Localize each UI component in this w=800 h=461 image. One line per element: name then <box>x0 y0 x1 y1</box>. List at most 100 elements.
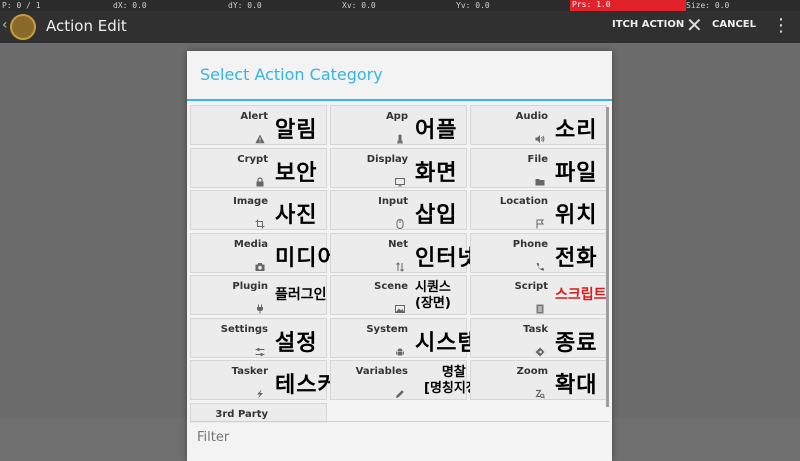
bolt-icon <box>255 384 265 399</box>
pencil-icon <box>395 384 405 398</box>
scrollbar[interactable] <box>606 107 609 407</box>
category-3rd-party[interactable]: 3rd Party <box>190 402 327 423</box>
category-korean-annotation: 파일 <box>555 160 598 186</box>
category-alert[interactable]: Alert 알림 <box>190 105 327 145</box>
category-script[interactable]: Script 스크립트 <box>470 275 607 315</box>
debug-yv: Yv: 0.0 <box>456 1 490 10</box>
category-korean-annotation: 어플 <box>415 118 458 143</box>
folder-icon <box>535 172 545 185</box>
debug-xv: Xv: 0.0 <box>342 1 376 10</box>
category-korean-annotation: 보안 <box>275 160 318 186</box>
background-content: Select Action Category Alert 알림 App 어플 Audio… <box>0 43 800 461</box>
app-icon <box>395 129 405 144</box>
category-settings[interactable]: Settings 설정 <box>190 317 327 358</box>
debug-dx: dX: 0.0 <box>113 1 147 10</box>
category-label: Zoom <box>516 366 548 377</box>
category-label: Scene <box>374 281 408 292</box>
category-korean-annotation: 설정 <box>275 330 318 356</box>
transfer-icon <box>395 257 405 272</box>
category-display[interactable]: Display 화면 <box>330 147 467 188</box>
pointer-debug-bar: P: 0 / 1 dX: 0.0 dY: 0.0 Xv: 0.0 Yv: 0.0… <box>0 0 800 11</box>
category-label: Alert <box>240 111 268 122</box>
category-korean-annotation: 플러그인 <box>275 287 327 303</box>
category-app[interactable]: App 어플 <box>330 105 467 145</box>
select-action-category-dialog: Select Action Category Alert 알림 App 어플 Audio… <box>187 51 612 461</box>
debug-dy: dY: 0.0 <box>228 1 262 10</box>
category-input[interactable]: Input 삽입 <box>330 190 467 230</box>
category-scene[interactable]: Scene 시퀀스 (장면) <box>330 275 467 315</box>
page-title: Action Edit <box>46 17 127 35</box>
category-audio[interactable]: Audio 소리 <box>470 105 607 145</box>
category-label: Script <box>514 281 548 292</box>
category-korean-annotation: 확대 <box>555 373 598 398</box>
task-icon <box>535 342 545 356</box>
category-korean-annotation: 시퀀스 (장면) <box>415 280 451 311</box>
dialog-title: Select Action Category <box>200 65 383 84</box>
camera-icon <box>255 257 265 271</box>
cancel-button[interactable]: CANCEL <box>712 19 756 30</box>
category-file[interactable]: File 파일 <box>470 147 607 188</box>
alert-icon <box>255 129 265 144</box>
script-icon <box>535 299 545 314</box>
category-korean-annotation: 삽입 <box>415 203 458 228</box>
category-label: Location <box>499 196 548 207</box>
category-label: App <box>385 111 408 122</box>
category-label: Settings <box>220 323 268 335</box>
category-variables[interactable]: Variables 명찰 [명칭지정] <box>330 360 484 400</box>
zoom-icon <box>535 384 545 399</box>
category-label: Crypt <box>237 153 268 165</box>
category-korean-annotation: 위치 <box>555 203 598 228</box>
category-label: Media <box>233 238 268 250</box>
category-korean-annotation: 소리 <box>555 118 598 143</box>
category-crypt[interactable]: Crypt 보안 <box>190 147 327 188</box>
category-label: Display <box>366 153 408 165</box>
switch-action-button[interactable]: ITCH ACTION <box>612 19 684 30</box>
category-label: Net <box>388 238 408 250</box>
overflow-menu-icon[interactable]: ⋮ <box>772 15 790 36</box>
category-media[interactable]: Media 미디어 <box>190 232 338 273</box>
category-label: Task <box>523 323 548 335</box>
category-task[interactable]: Task 종료 <box>470 317 607 358</box>
category-label: Phone <box>512 238 548 250</box>
category-phone[interactable]: Phone 전화 <box>470 232 607 273</box>
category-label: File <box>527 153 548 165</box>
action-bar: ‹ Action Edit ITCH ACTION ✕ CANCEL ⋮ <box>0 11 800 43</box>
category-location[interactable]: Location 위치 <box>470 190 607 230</box>
phone-icon <box>535 257 545 271</box>
category-label: System <box>366 323 408 335</box>
category-korean-annotation: 종료 <box>555 330 598 356</box>
category-korean-annotation: 사진 <box>275 203 318 228</box>
category-zoom[interactable]: Zoom 확대 <box>470 360 607 400</box>
audio-icon <box>535 129 545 143</box>
picture-icon <box>395 299 405 313</box>
sliders-icon <box>255 342 265 356</box>
category-korean-annotation: 알림 <box>275 118 318 143</box>
debug-p: P: 0 / 1 <box>2 1 41 10</box>
category-label: Audio <box>515 111 548 122</box>
debug-prs: Prs: 1.0 <box>570 0 686 11</box>
back-chevron-icon[interactable]: ‹ <box>2 17 8 33</box>
close-icon[interactable]: ✕ <box>686 13 703 37</box>
category-korean-annotation: 전화 <box>555 245 598 271</box>
category-tasker[interactable]: Tasker 테스커 <box>190 360 338 400</box>
category-label: Variables <box>355 366 408 377</box>
category-korean-annotation: 스크립트 <box>555 287 607 303</box>
display-icon <box>395 172 405 186</box>
category-grid-viewport[interactable]: Alert 알림 App 어플 Audio 소리 Crypt 보안 Display 화면 File 파… <box>187 101 612 423</box>
category-image[interactable]: Image 사진 <box>190 190 327 230</box>
category-system[interactable]: System 시스템 <box>330 317 478 358</box>
android-icon <box>395 342 405 355</box>
lock-icon <box>255 172 265 186</box>
category-korean-annotation: 화면 <box>415 160 458 186</box>
app-logo-icon[interactable] <box>10 14 36 40</box>
category-plugin[interactable]: Plugin 플러그인 <box>190 275 327 315</box>
category-label: Input <box>378 196 408 207</box>
plug-icon <box>255 299 265 314</box>
category-label: Image <box>233 196 268 207</box>
filter-input[interactable] <box>197 430 497 445</box>
category-label: Plugin <box>232 281 268 292</box>
crop-icon <box>255 214 265 229</box>
mouse-icon <box>395 214 405 229</box>
category-net[interactable]: Net 인터넷 <box>330 232 478 273</box>
debug-size: Size: 0.0 <box>686 1 730 10</box>
